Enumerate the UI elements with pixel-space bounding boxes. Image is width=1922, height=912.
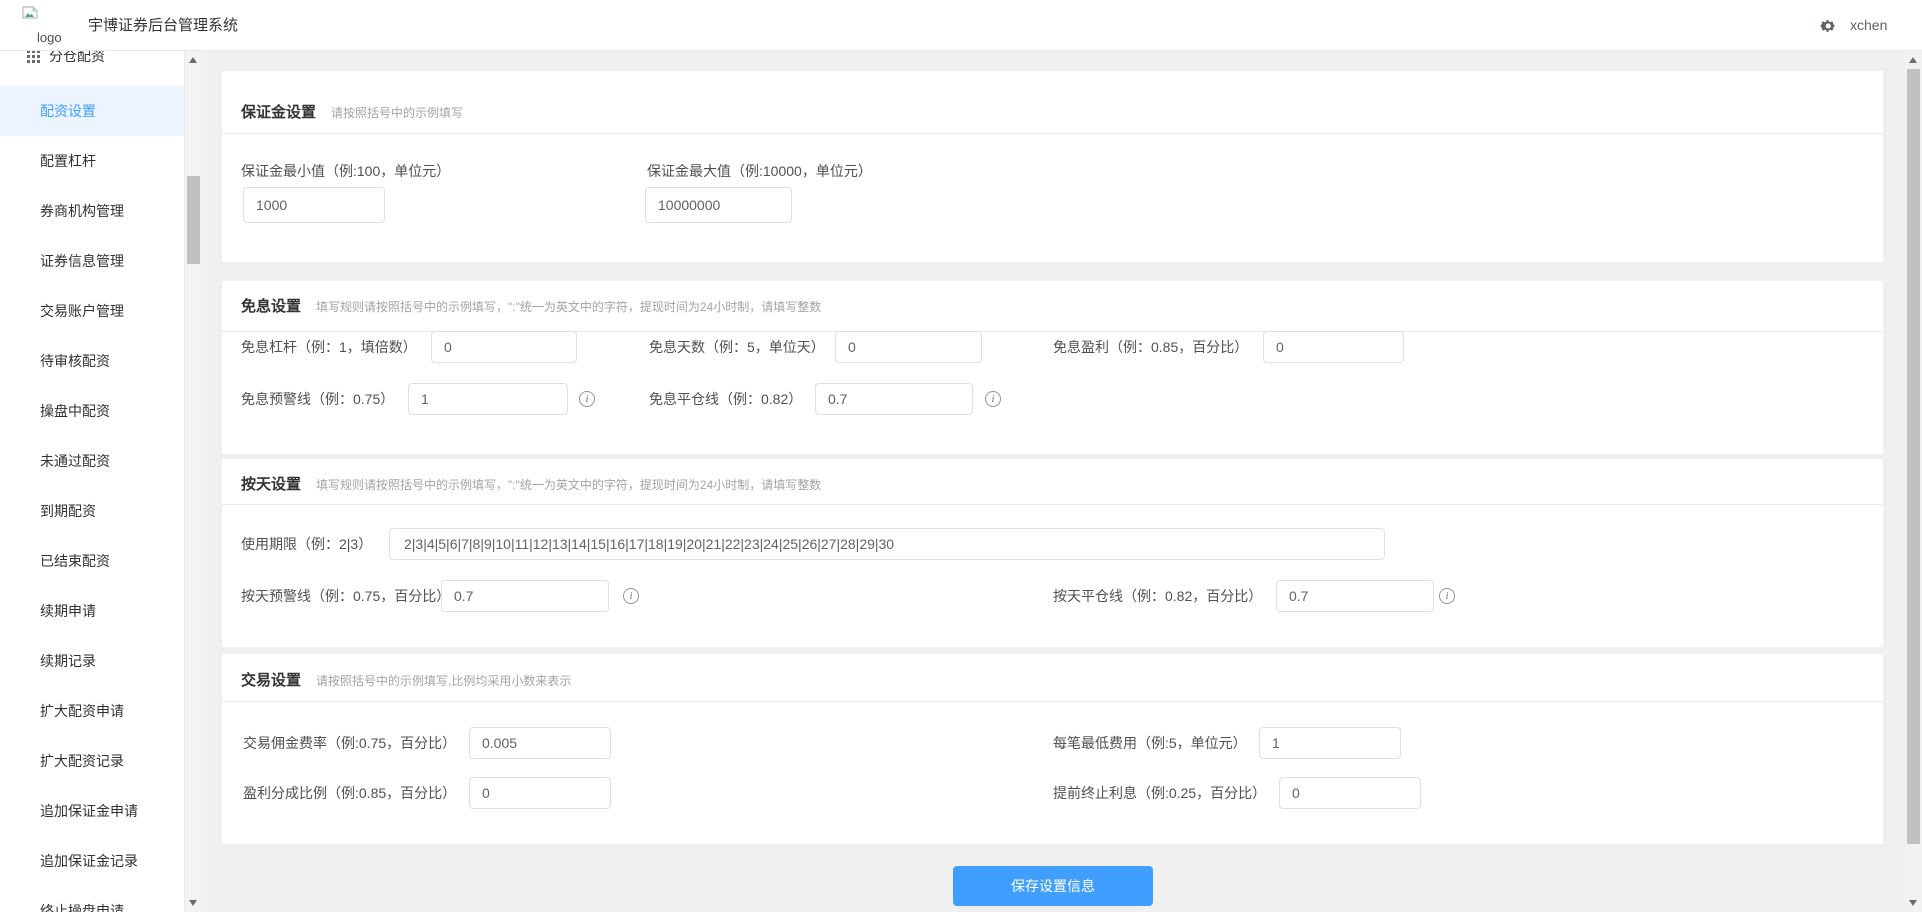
field-label: 使用期限（例：2|3）: [241, 536, 373, 552]
info-icon[interactable]: i: [579, 391, 595, 407]
field-label: 免息预警线（例：0.75）: [241, 391, 395, 407]
section-subtitle: 填写规则请按照括号中的示例填写，":"统一为英文中的字符，提现时间为24小时制，…: [316, 300, 822, 314]
section-title: 免息设置: [241, 298, 302, 315]
sidebar-item-zhuijia-baozhengjin-jilu[interactable]: 追加保证金记录: [0, 836, 184, 886]
broken-image-icon: [22, 5, 39, 24]
grid-icon: [27, 51, 40, 63]
field-label: 免息杠杆（例：1，填倍数）: [241, 339, 417, 355]
trade-commission-input[interactable]: [469, 727, 611, 759]
section-subtitle: 请按照括号中的示例填写,比例均采用小数来表示: [316, 674, 572, 688]
sidebar-menu: 配资设置 配置杠杆 券商机构管理 证券信息管理 交易账户管理 待审核配资 操盘中…: [0, 86, 184, 912]
scroll-up-arrow-icon[interactable]: [189, 57, 197, 63]
divider: [222, 701, 1883, 702]
field-label: 每笔最低费用（例:5，单位元）: [1053, 735, 1247, 751]
sidebar-item-fencang-peizi-partial[interactable]: 分仓配资: [0, 51, 184, 67]
sidebar-item-jiaoyi-zhanghu[interactable]: 交易账户管理: [0, 286, 184, 336]
field-label: 免息平仓线（例：0.82）: [649, 391, 803, 407]
interest-free-close-line-input[interactable]: [815, 383, 973, 415]
save-settings-button[interactable]: 保存设置信息: [953, 866, 1153, 906]
main-scrollbar[interactable]: [1905, 51, 1922, 912]
divider: [222, 133, 1883, 134]
sidebar-item-zhongzhi-caopan-shenqing[interactable]: 终止操盘申请: [0, 886, 184, 912]
sidebar-item-quanshang-jigou[interactable]: 券商机构管理: [0, 186, 184, 236]
daily-close-line-input[interactable]: [1276, 580, 1434, 612]
interest-free-days-input[interactable]: [835, 331, 982, 363]
margin-min-input[interactable]: [243, 187, 385, 223]
sidebar-item-yijieshu-peizi[interactable]: 已结束配资: [0, 536, 184, 586]
gear-icon[interactable]: [1820, 18, 1836, 34]
main-scrollbar-thumb[interactable]: [1907, 69, 1920, 844]
app-title: 宇博证券后台管理系统: [88, 17, 239, 34]
field-label: 免息天数（例：5，单位天）: [649, 339, 825, 355]
section-title: 交易设置: [241, 672, 302, 689]
scroll-down-arrow-icon[interactable]: [1909, 900, 1917, 906]
divider: [222, 504, 1883, 505]
field-label: 按天预警线（例：0.75，百分比）: [241, 588, 451, 604]
scroll-down-arrow-icon[interactable]: [189, 900, 197, 906]
sidebar: 分仓配资 配资设置 配置杠杆 券商机构管理 证券信息管理 交易账户管理 待审核配…: [0, 51, 184, 912]
trade-min-fee-input[interactable]: [1259, 727, 1401, 759]
sidebar-item-weitongguo-peizi[interactable]: 未通过配资: [0, 436, 184, 486]
field-label: 保证金最小值（例:100，单位元）: [241, 163, 451, 179]
page: logo 宇博证券后台管理系统 xchen 分仓配资 配资设置 配置杠杆 券商机…: [0, 0, 1922, 912]
sidebar-item-kuoda-peizi-jilu[interactable]: 扩大配资记录: [0, 736, 184, 786]
field-label: 提前终止利息（例:0.25，百分比）: [1053, 785, 1267, 801]
sidebar-item-peizi-shezhi[interactable]: 配资设置: [0, 86, 184, 136]
field-label: 保证金最大值（例:10000，单位元）: [647, 163, 872, 179]
sidebar-item-xuqi-jilu[interactable]: 续期记录: [0, 636, 184, 686]
margin-max-input[interactable]: [645, 187, 792, 223]
daily-warning-line-input[interactable]: [441, 580, 609, 612]
sidebar-scrollbar[interactable]: [184, 51, 201, 912]
card-daily-settings: 按天设置 填写规则请按照括号中的示例填写，":"统一为英文中的字符，提现时间为2…: [221, 458, 1884, 648]
sidebar-item-peizhi-ganggan[interactable]: 配置杠杆: [0, 136, 184, 186]
sidebar-item-daoqi-peizi[interactable]: 到期配资: [0, 486, 184, 536]
username[interactable]: xchen: [1850, 0, 1887, 51]
field-label: 盈利分成比例（例:0.85，百分比）: [243, 785, 457, 801]
sidebar-item-zhuijia-baozhengjin-shenqing[interactable]: 追加保证金申请: [0, 786, 184, 836]
info-icon[interactable]: i: [623, 588, 639, 604]
field-label: 按天平仓线（例：0.82，百分比）: [1053, 588, 1263, 604]
section-subtitle: 填写规则请按照括号中的示例填写，":"统一为英文中的字符，提现时间为24小时制，…: [316, 478, 822, 492]
section-subtitle: 请按照括号中的示例填写: [331, 106, 464, 120]
sidebar-item-label: 分仓配资: [49, 51, 105, 64]
logo-alt-text: logo: [37, 30, 62, 45]
field-label: 免息盈利（例：0.85，百分比）: [1053, 339, 1249, 355]
card-interest-free-settings: 免息设置 填写规则请按照括号中的示例填写，":"统一为英文中的字符，提现时间为2…: [221, 280, 1884, 455]
info-icon[interactable]: i: [1439, 588, 1455, 604]
sidebar-scrollbar-thumb[interactable]: [187, 176, 200, 264]
card-margin-settings: 保证金设置 请按照括号中的示例填写 保证金最小值（例:100，单位元） 保证金最…: [221, 70, 1884, 263]
info-icon[interactable]: i: [985, 391, 1001, 407]
interest-free-warning-line-input[interactable]: [408, 383, 568, 415]
card-trade-settings: 交易设置 请按照括号中的示例填写,比例均采用小数来表示 交易佣金费率（例:0.7…: [221, 653, 1884, 845]
section-title: 按天设置: [241, 476, 302, 493]
scroll-up-arrow-icon[interactable]: [1909, 57, 1917, 63]
field-label: 交易佣金费率（例:0.75，百分比）: [243, 735, 457, 751]
sidebar-item-daishenhe-peizi[interactable]: 待审核配资: [0, 336, 184, 386]
trade-early-interest-input[interactable]: [1279, 777, 1421, 809]
interest-free-leverage-input[interactable]: [431, 331, 577, 363]
sidebar-item-caopanzhong-peizi[interactable]: 操盘中配资: [0, 386, 184, 436]
sidebar-item-zhengquan-xinxi[interactable]: 证券信息管理: [0, 236, 184, 286]
daily-duration-input[interactable]: [389, 528, 1385, 560]
trade-profit-share-input[interactable]: [469, 777, 611, 809]
header: logo 宇博证券后台管理系统 xchen: [0, 0, 1922, 51]
sidebar-item-kuoda-peizi-shenqing[interactable]: 扩大配资申请: [0, 686, 184, 736]
interest-free-profit-input[interactable]: [1263, 331, 1404, 363]
section-title: 保证金设置: [241, 104, 317, 121]
sidebar-item-xuqi-shenqing[interactable]: 续期申请: [0, 586, 184, 636]
